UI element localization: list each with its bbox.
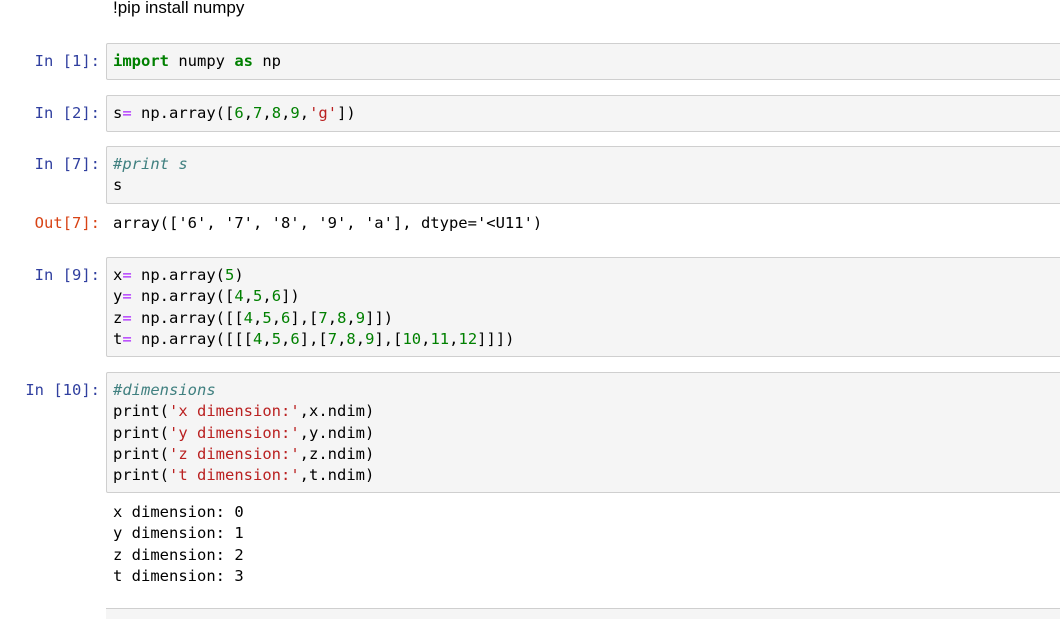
cell-7-output-prompt: Out[7]: (34, 214, 100, 232)
code-cell-10-source[interactable]: #dimensions print('x dimension:',x.ndim) p… (113, 380, 374, 486)
cell-2-prompt: In [2]: (34, 104, 100, 122)
next-cell-edge[interactable] (106, 608, 1060, 619)
code-cell-1-source[interactable]: import numpy as np (113, 51, 281, 72)
markdown-cell-text[interactable]: !pip install numpy (113, 0, 244, 18)
cell-9-prompt: In [9]: (34, 266, 100, 284)
cell-1-prompt: In [1]: (34, 52, 100, 70)
cell-10-prompt: In [10]: (25, 381, 100, 399)
cell-7-prompt: In [7]: (34, 155, 100, 173)
code-cell-7[interactable] (106, 146, 1060, 204)
code-cell-9-source[interactable]: x= np.array(5) y= np.array([4,5,6]) z= np.… (113, 265, 514, 350)
cell-7-output: array(['6', '7', '8', '9', 'a'], dtype='… (113, 214, 543, 232)
code-cell-2-source[interactable]: s= np.array([6,7,8,9,'g']) (113, 103, 356, 124)
cell-10-output: x dimension: 0y dimension: 1z dimension:… (113, 503, 244, 585)
code-cell-7-source[interactable]: #print ss (113, 154, 188, 197)
